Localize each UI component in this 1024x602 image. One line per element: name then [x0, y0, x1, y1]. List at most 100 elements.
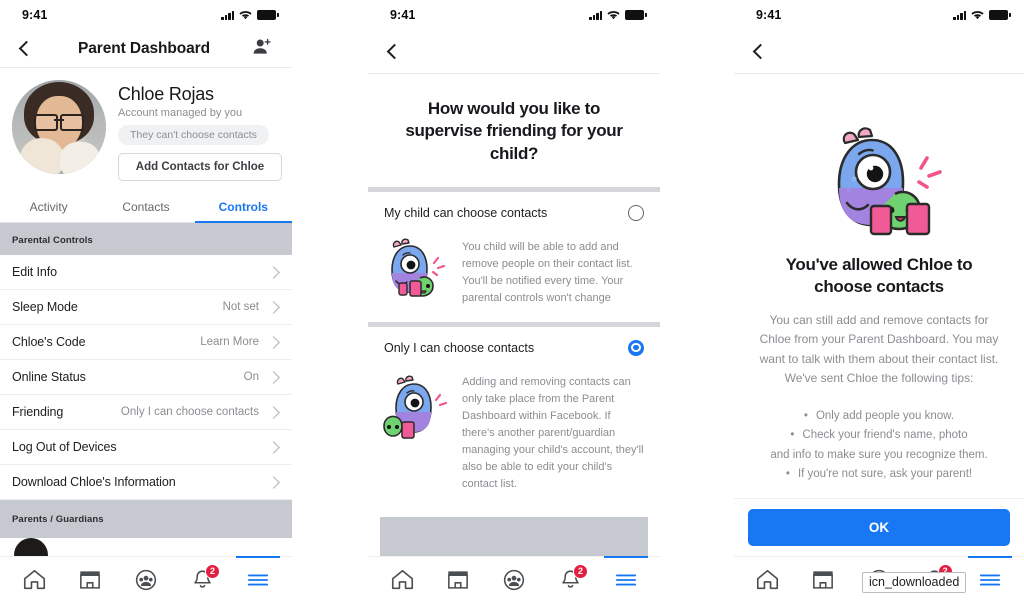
tab-marketplace[interactable]: [804, 563, 842, 597]
status-bar-clock: 9:41: [390, 8, 416, 22]
tab-groups[interactable]: [495, 563, 533, 597]
wifi-icon: [971, 11, 984, 20]
store-icon: [448, 571, 468, 589]
radio-button-selected[interactable]: [628, 339, 644, 356]
two-monsters-with-phones-icon: [380, 372, 452, 448]
row-label: Friending: [12, 405, 64, 419]
tab-home[interactable]: [15, 563, 53, 597]
list-item: If you're not sure, ask your parent!: [750, 465, 1008, 485]
avatar: [12, 80, 106, 174]
store-icon: [813, 571, 834, 589]
page-title: Parent Dashboard: [78, 39, 210, 57]
bottom-tab-bar: 2: [0, 555, 292, 602]
nav-bar: [734, 30, 1024, 74]
tab-menu[interactable]: [968, 555, 1013, 597]
page-title: You've allowed Chloe to choose contacts: [785, 255, 973, 297]
row-label: Sleep Mode: [12, 300, 78, 314]
status-badge: They can't choose contacts: [118, 125, 269, 145]
row-label: Edit Info: [12, 265, 57, 279]
status-bar-icons: [953, 10, 1011, 20]
profile-info: Chloe Rojas Account managed by you They …: [118, 80, 282, 181]
radio-button-unselected[interactable]: [628, 205, 644, 222]
hamburger-menu-icon: [615, 574, 637, 585]
option-label: My child can choose contacts: [384, 206, 548, 221]
tab-marketplace[interactable]: [439, 563, 477, 597]
ok-button-container: OK: [734, 498, 1024, 556]
chevron-right-icon: [267, 300, 280, 314]
list-item: Only add people you know.: [750, 407, 1008, 427]
status-bar: 9:41: [0, 0, 292, 30]
row-chloes-code[interactable]: Chloe's Code Learn More: [0, 325, 292, 360]
chevron-right-icon: [267, 405, 280, 419]
chevron-right-icon: [267, 335, 280, 349]
notification-badge: 2: [573, 563, 588, 579]
battery-icon: [989, 10, 1011, 20]
tab-controls[interactable]: Controls: [194, 191, 292, 223]
confirmation-body-text: You can still add and remove contacts fo…: [759, 312, 999, 386]
tab-contacts[interactable]: Contacts: [97, 191, 194, 222]
row-download-information[interactable]: Download Chloe's Information: [0, 465, 292, 500]
row-value: On: [243, 371, 259, 383]
status-bar-clock: 9:41: [756, 8, 782, 22]
option-description: You child will be able to add and remove…: [462, 241, 633, 305]
list-item: Check your friend's name, photo: [750, 426, 1008, 446]
row-value: Learn More: [200, 336, 259, 348]
phone-screen-friending-options: 9:41 How would you like to supervise fri…: [368, 0, 660, 602]
row-log-out-of-devices[interactable]: Log Out of Devices: [0, 430, 292, 465]
tab-notifications[interactable]: 2: [551, 563, 589, 597]
back-button[interactable]: [748, 41, 770, 63]
row-edit-info[interactable]: Edit Info: [0, 255, 292, 290]
chevron-right-icon: [267, 370, 280, 384]
option-label: Only I can choose contacts: [384, 340, 535, 355]
wifi-icon: [239, 11, 252, 20]
tab-activity[interactable]: Activity: [0, 191, 97, 222]
two-monsters-with-phones-icon: [837, 127, 942, 236]
phone-screen-confirmation: 9:41 You've allowed Chloe to choose cont…: [734, 0, 1024, 602]
cellular-signal-icon: [589, 10, 602, 20]
wifi-icon: [607, 11, 620, 20]
tab-home[interactable]: [383, 563, 421, 597]
home-icon: [757, 569, 779, 590]
groups-icon: [135, 569, 157, 590]
ok-button[interactable]: OK: [748, 509, 1010, 546]
list-item: and info to make sure you recognize them…: [770, 448, 988, 461]
add-person-icon[interactable]: [252, 38, 278, 60]
option-description-block: Adding and removing contacts can only ta…: [368, 368, 660, 507]
row-friending[interactable]: Friending Only I can choose contacts: [0, 395, 292, 430]
tab-notifications[interactable]: 2: [183, 563, 221, 597]
bottom-tab-bar: 2: [368, 555, 660, 602]
status-bar-icons: [221, 10, 279, 20]
child-name: Chloe Rojas: [118, 84, 214, 104]
tab-groups[interactable]: [127, 563, 165, 597]
screenshot-stage: 9:41 Parent Dashboard Chloe Rojas Accoun…: [0, 0, 1024, 602]
back-button[interactable]: [14, 38, 36, 60]
add-contacts-button[interactable]: Add Contacts for Chloe: [118, 153, 282, 181]
home-icon: [23, 569, 45, 590]
tab-marketplace[interactable]: [71, 563, 109, 597]
tooltip-icn-downloaded: icn_downloaded: [862, 572, 967, 593]
section-header-parental-controls: Parental Controls: [0, 223, 292, 255]
hamburger-menu-icon: [247, 574, 269, 585]
chevron-right-icon: [267, 265, 280, 279]
row-online-status[interactable]: Online Status On: [0, 360, 292, 395]
page-title: How would you like to supervise friendin…: [405, 99, 623, 163]
tab-menu[interactable]: [236, 555, 280, 597]
groups-icon: [503, 569, 525, 590]
phone-screen-parent-dashboard: 9:41 Parent Dashboard Chloe Rojas Accoun…: [0, 0, 292, 602]
status-bar: 9:41: [734, 0, 1024, 30]
status-bar: 9:41: [368, 0, 660, 30]
option-my-child-can-choose[interactable]: My child can choose contacts: [368, 192, 660, 233]
option-only-i-can-choose[interactable]: Only I can choose contacts: [368, 327, 660, 368]
status-bar-icons: [589, 10, 647, 20]
tab-home[interactable]: [749, 563, 787, 597]
chevron-right-icon: [267, 440, 280, 454]
tab-menu[interactable]: [604, 555, 648, 597]
home-icon: [391, 569, 413, 590]
section-header-parents-guardians: Parents / Guardians: [0, 500, 292, 538]
row-value: Not set: [222, 301, 259, 313]
back-button[interactable]: [382, 41, 404, 63]
profile-tabs: Activity Contacts Controls: [0, 191, 292, 223]
row-value: Only I can choose contacts: [120, 406, 259, 418]
row-sleep-mode[interactable]: Sleep Mode Not set: [0, 290, 292, 325]
cellular-signal-icon: [953, 10, 966, 20]
